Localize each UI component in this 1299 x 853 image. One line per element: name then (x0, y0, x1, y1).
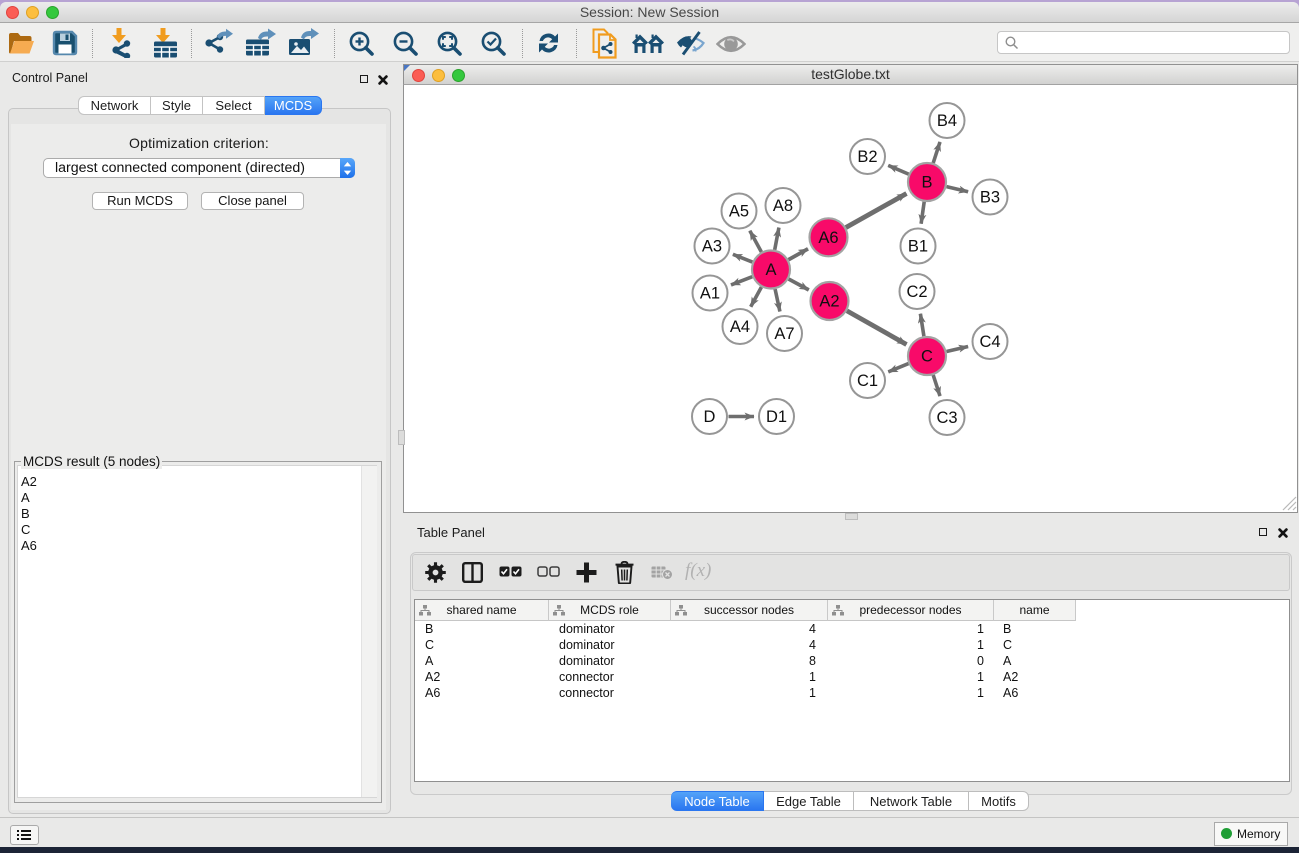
svg-text:A7: A7 (774, 325, 794, 343)
svg-text:B3: B3 (980, 189, 1000, 207)
svg-text:B4: B4 (937, 112, 957, 130)
svg-text:C4: C4 (979, 333, 1000, 351)
svg-text:B1: B1 (908, 238, 928, 256)
svg-text:A6: A6 (818, 229, 838, 247)
svg-text:A: A (765, 261, 776, 279)
svg-text:B2: B2 (857, 148, 877, 166)
svg-text:A1: A1 (700, 285, 720, 303)
svg-text:C2: C2 (906, 283, 927, 301)
svg-text:C: C (921, 348, 933, 366)
svg-text:C3: C3 (936, 409, 957, 427)
svg-text:C1: C1 (857, 372, 878, 390)
svg-text:D1: D1 (766, 408, 787, 426)
svg-text:A2: A2 (819, 293, 839, 311)
svg-text:A4: A4 (730, 318, 750, 336)
svg-text:A8: A8 (773, 197, 793, 215)
svg-text:A3: A3 (702, 238, 722, 256)
svg-text:B: B (921, 174, 932, 192)
svg-text:D: D (704, 408, 716, 426)
svg-text:A5: A5 (729, 203, 749, 221)
